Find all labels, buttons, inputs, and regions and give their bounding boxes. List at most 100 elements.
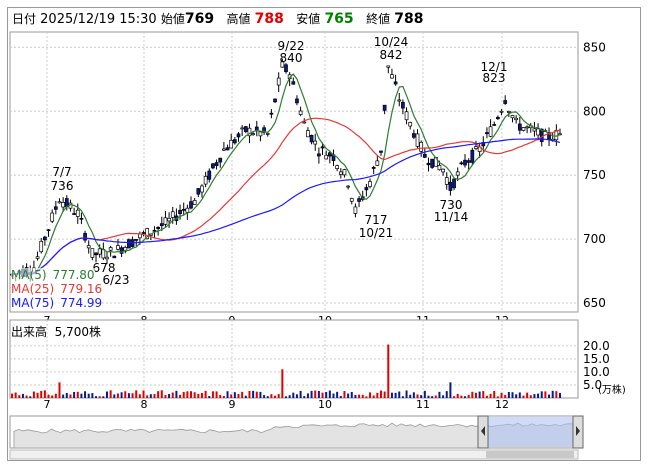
candle-body (368, 181, 372, 187)
volume-y-tick-label: 15.0 (583, 352, 610, 366)
ma5-value: 777.80 (52, 268, 95, 282)
candle-body (225, 147, 230, 151)
candle-body (382, 104, 387, 111)
volume-bar (29, 396, 32, 398)
volume-header: 出来高 5,700株 (11, 323, 101, 340)
candle-body (207, 170, 212, 180)
volume-bar (431, 396, 434, 398)
candle-body (521, 127, 526, 131)
volume-bar (171, 392, 174, 398)
volume-bar (434, 395, 437, 398)
price-y-tick-label: 850 (583, 40, 606, 54)
volume-bar (295, 394, 298, 398)
volume-bar (369, 392, 372, 398)
candle-body (196, 188, 201, 195)
candle-body (258, 131, 263, 137)
volume-bar (361, 394, 364, 398)
volume-bar (401, 396, 404, 398)
annotation-price-label: 840 (280, 51, 303, 65)
volume-bar (116, 393, 119, 398)
volume-bar (197, 393, 200, 398)
volume-bar (25, 395, 28, 398)
candle-body (105, 256, 109, 260)
candle-body (426, 162, 431, 166)
price-y-tick-label: 800 (583, 104, 606, 118)
navigator-selected-range[interactable] (486, 417, 574, 447)
volume-bar (259, 391, 262, 398)
volume-bar (190, 391, 193, 398)
volume-bar (544, 391, 547, 398)
candle-body (273, 98, 277, 103)
volume-bar (336, 391, 339, 398)
candle-body (496, 116, 500, 120)
candle-body (448, 181, 453, 191)
candle-body (141, 232, 146, 234)
candle-body (412, 133, 416, 138)
candle-body (152, 229, 157, 232)
volume-bar (54, 393, 57, 398)
volume-bar (537, 393, 540, 398)
annotation-date-label: 10/24 (374, 35, 409, 49)
candle-body (401, 101, 405, 109)
volume-bar (69, 394, 72, 398)
ma75-label: MA(75) (11, 296, 55, 310)
candle-body (178, 209, 182, 215)
candle-body (408, 122, 413, 127)
volume-bar (91, 393, 94, 398)
volume-bar (153, 394, 156, 398)
candle-body (185, 207, 190, 213)
ma25-legend: MA(25) 779.16 (11, 282, 103, 296)
candle-body (532, 128, 537, 132)
candle-body (236, 133, 241, 138)
candle-body (265, 133, 270, 135)
volume-bar (255, 391, 258, 398)
candle-body (503, 100, 508, 104)
candle-body (357, 198, 361, 202)
candle-body (298, 110, 303, 115)
volume-bar (332, 393, 335, 398)
candle-body (53, 206, 58, 210)
volume-bar (358, 394, 361, 398)
candle-body (375, 160, 380, 166)
volume-bar (485, 395, 488, 398)
volume-bar (387, 344, 390, 398)
candle-body (470, 149, 475, 163)
volume-bar (157, 391, 160, 398)
volume-bar (372, 395, 375, 398)
volume-bar (354, 394, 357, 398)
candle-body (112, 255, 117, 259)
candle-body (499, 110, 504, 113)
candle-body (302, 121, 307, 124)
volume-x-tick-label: 10 (318, 398, 332, 411)
volume-bar (263, 395, 266, 398)
candle-body (353, 206, 358, 214)
candle-body (386, 65, 391, 68)
volume-bar (277, 394, 280, 398)
volume-y-tick-label: 10.0 (583, 365, 610, 379)
volume-bar (95, 396, 98, 398)
candle-body (404, 111, 409, 121)
candle-body (371, 167, 376, 169)
candle-body (75, 209, 80, 217)
candle-body (393, 81, 398, 85)
volume-bar (405, 390, 408, 398)
volume-bar (149, 394, 152, 398)
candle-body (338, 171, 343, 175)
candle-body (35, 256, 40, 259)
navigator-scrollbar-thumb[interactable] (486, 451, 574, 458)
candle-body (474, 146, 478, 149)
candle-body (167, 217, 171, 222)
volume-bar (511, 392, 514, 398)
volume-bar (164, 395, 167, 398)
volume-unit-label: (万株) (598, 383, 626, 396)
volume-bar (288, 395, 291, 398)
volume-bar (464, 396, 467, 398)
candle-body (170, 211, 175, 218)
candle-body (163, 217, 168, 225)
ma5-label: MA(5) (11, 268, 47, 282)
volume-bar (515, 394, 518, 398)
volume-bar (533, 394, 536, 398)
volume-bar (339, 395, 342, 398)
volume-bar (84, 391, 87, 398)
volume-bar (135, 390, 138, 398)
